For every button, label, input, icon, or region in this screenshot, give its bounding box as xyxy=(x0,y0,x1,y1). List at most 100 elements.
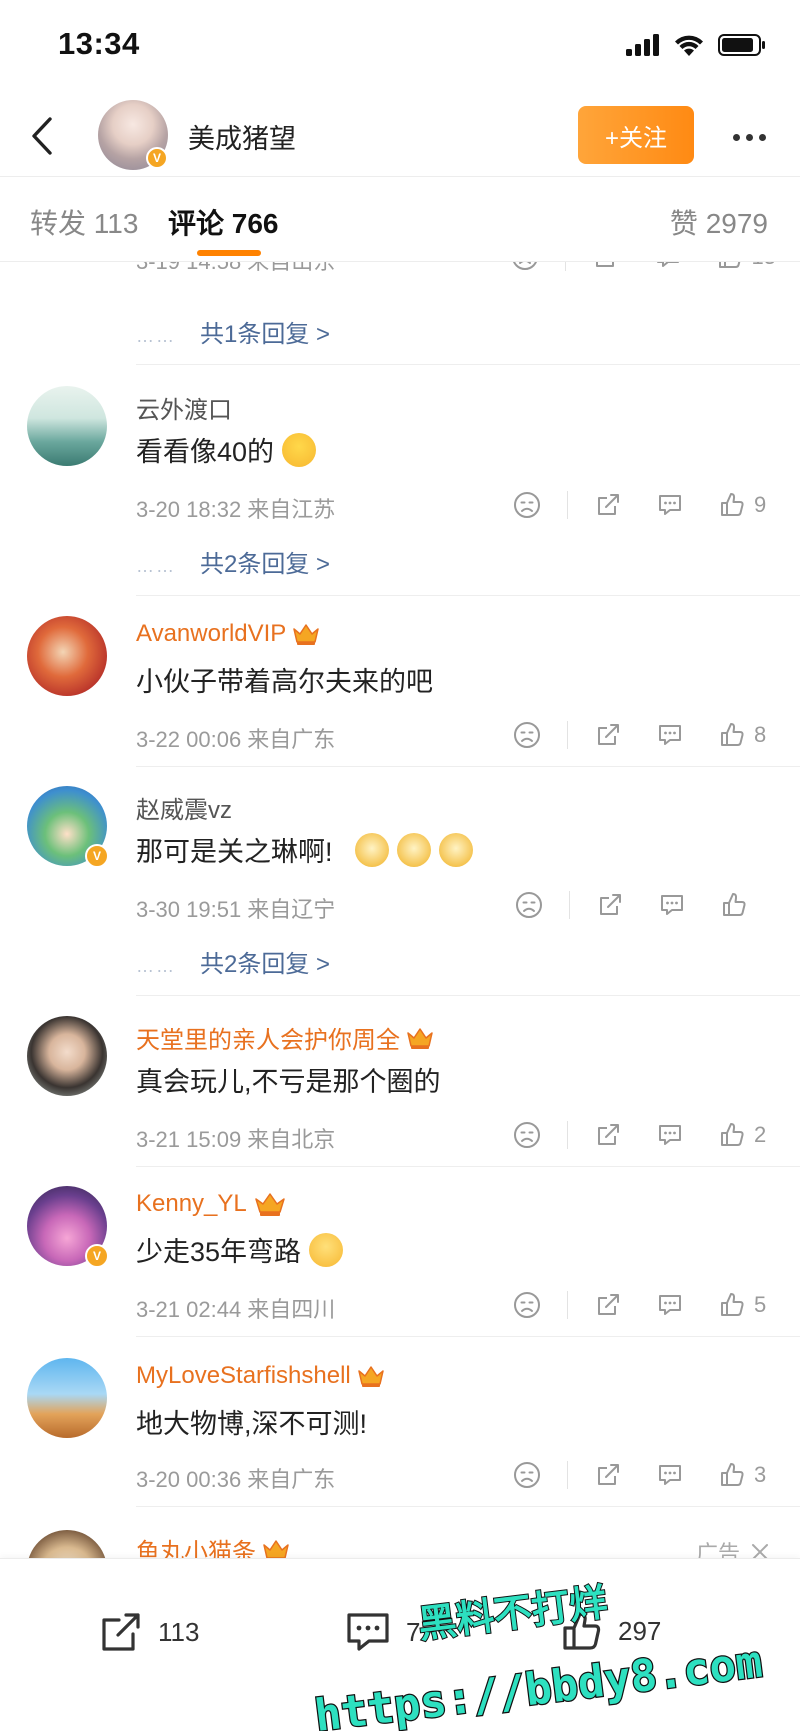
more-options-icon[interactable] xyxy=(724,117,774,157)
comment-button[interactable]: 7 xyxy=(344,1609,420,1655)
comment-list[interactable]: 3-19 14:58 来自山东 15 …… 共1条回复 > 云外渡口 看看像40的… xyxy=(0,262,800,1558)
share-icon xyxy=(595,262,614,267)
share-icon xyxy=(598,1464,619,1485)
like-button[interactable] xyxy=(720,891,748,919)
reply-button[interactable] xyxy=(658,891,686,919)
like-button[interactable]: 3 xyxy=(718,1461,776,1489)
comment-text-content: 那可是关之琳啊! xyxy=(136,837,333,867)
comment-text: 看看像40的 xyxy=(136,430,317,469)
commenter-name[interactable]: 天堂里的亲人会护你周全 xyxy=(136,1020,434,1055)
view-replies-link[interactable]: …… 共1条回复 > xyxy=(136,314,330,349)
divider xyxy=(567,1291,568,1319)
verified-badge-icon: V xyxy=(146,147,168,169)
like-button[interactable]: 297 xyxy=(560,1609,661,1653)
nav-bar: V 美成猪望 +关注 xyxy=(0,95,800,177)
commenter-avatar[interactable] xyxy=(27,1530,107,1558)
comment-actions: 8 xyxy=(513,718,776,752)
view-replies-link[interactable]: …… 共2条回复 > xyxy=(136,544,330,579)
commenter-avatar[interactable] xyxy=(27,616,107,696)
commenter-name[interactable]: 赵威震vz xyxy=(136,790,232,825)
comment-text: 那可是关之琳啊! xyxy=(136,830,473,869)
share-button[interactable] xyxy=(594,1291,622,1319)
commenter-name-text: AvanworldVIP xyxy=(136,620,287,647)
comment-text-content: 地大物博,深不可测! xyxy=(136,1409,368,1439)
wifi-icon xyxy=(675,35,703,56)
view-replies-link[interactable]: …… 共2条回复 > xyxy=(136,944,330,979)
reply-button[interactable] xyxy=(654,262,682,271)
repost-button[interactable]: 113 xyxy=(98,1609,199,1655)
comment-actions: 3 xyxy=(513,1458,776,1492)
commenter-name-text: Kenny_YL xyxy=(136,1190,247,1217)
comment-actions: 9 xyxy=(513,488,776,522)
separator xyxy=(136,1166,800,1167)
commenter-name-text: MyLoveStarfishshell xyxy=(136,1362,351,1389)
like-button[interactable]: 2 xyxy=(718,1121,776,1149)
dislike-button[interactable] xyxy=(513,1461,541,1489)
dislike-button[interactable] xyxy=(513,1291,541,1319)
like-button[interactable]: 15 xyxy=(716,262,776,271)
follow-button[interactable]: +关注 xyxy=(578,106,694,164)
dislike-button[interactable] xyxy=(511,262,539,271)
frown-face-icon xyxy=(516,892,542,918)
comment-meta: 3-30 19:51 来自辽宁 xyxy=(136,897,336,922)
comment-bubble-icon xyxy=(659,1465,681,1485)
reply-button[interactable] xyxy=(656,721,684,749)
dislike-button[interactable] xyxy=(513,721,541,749)
reply-button[interactable] xyxy=(656,1121,684,1149)
share-button[interactable] xyxy=(594,721,622,749)
commenter-avatar[interactable] xyxy=(27,386,107,466)
like-button[interactable]: 5 xyxy=(718,1291,776,1319)
share-button[interactable] xyxy=(592,262,620,271)
reply-button[interactable] xyxy=(656,491,684,519)
dislike-button[interactable] xyxy=(515,891,543,919)
commenter-avatar[interactable] xyxy=(27,1016,107,1096)
comment-meta-row: 3-20 00:36 来自广东 3 xyxy=(136,1458,776,1492)
commenter-name[interactable]: 云外渡口 xyxy=(136,390,232,425)
like-button[interactable]: 8 xyxy=(718,721,776,749)
comment-meta: 3-21 02:44 来自四川 xyxy=(136,1297,336,1322)
share-button[interactable] xyxy=(594,491,622,519)
commenter-name[interactable]: Kenny_YL xyxy=(136,1190,287,1218)
comment-meta-row: 3-22 00:06 来自广东 8 xyxy=(136,718,776,752)
share-icon xyxy=(102,1613,140,1651)
thumbs-up-icon xyxy=(721,723,744,746)
tab-comment[interactable]: 评论 766 xyxy=(168,202,279,242)
separator xyxy=(136,595,800,596)
dislike-button[interactable] xyxy=(513,491,541,519)
commenter-name[interactable]: AvanworldVIP xyxy=(136,620,320,648)
commenter-avatar[interactable] xyxy=(27,1358,107,1438)
commenter-name[interactable]: MyLoveStarfishshell xyxy=(136,1362,385,1390)
like-button[interactable]: 9 xyxy=(718,491,776,519)
comment-actions xyxy=(515,888,748,922)
separator xyxy=(136,364,800,365)
comment-meta: 3-22 00:06 来自广东 xyxy=(136,727,336,752)
commenter-name[interactable]: 鱼丸小猫条 xyxy=(136,1532,290,1558)
dislike-button[interactable] xyxy=(513,1121,541,1149)
reply-button[interactable] xyxy=(656,1291,684,1319)
status-bar: 13:34 xyxy=(0,0,800,95)
share-button[interactable] xyxy=(594,1461,622,1489)
share-icon xyxy=(598,1294,619,1315)
thumbs-up-icon xyxy=(721,493,744,516)
share-button[interactable] xyxy=(594,1121,622,1149)
frown-face-icon xyxy=(514,1462,540,1488)
vip-crown-icon xyxy=(358,1366,384,1387)
share-button[interactable] xyxy=(596,891,624,919)
comment-text-content: 少走35年弯路 xyxy=(136,1237,302,1267)
reply-dots: …… xyxy=(136,326,176,346)
author-name[interactable]: 美成猪望 xyxy=(188,117,296,156)
tab-bar: 转发 113 评论 766 赞 2979 xyxy=(0,178,800,262)
vip-crown-icon xyxy=(263,1539,289,1558)
close-icon[interactable] xyxy=(750,1542,770,1558)
tab-like[interactable]: 赞 2979 xyxy=(670,202,768,242)
share-icon xyxy=(600,894,621,915)
tab-repost[interactable]: 转发 113 xyxy=(30,202,138,242)
back-arrow-icon xyxy=(32,117,52,155)
comment-text-content: 小伙子带着高尔夫来的吧 xyxy=(136,667,433,697)
comment-meta: 3-20 00:36 来自广东 xyxy=(136,1467,336,1492)
like-count: 2 xyxy=(754,1122,767,1147)
thumbs-up-icon xyxy=(563,1612,601,1650)
comment-meta-row: 3-21 15:09 来自北京 2 xyxy=(136,1118,776,1152)
reply-button[interactable] xyxy=(656,1461,684,1489)
back-button[interactable] xyxy=(18,109,66,163)
